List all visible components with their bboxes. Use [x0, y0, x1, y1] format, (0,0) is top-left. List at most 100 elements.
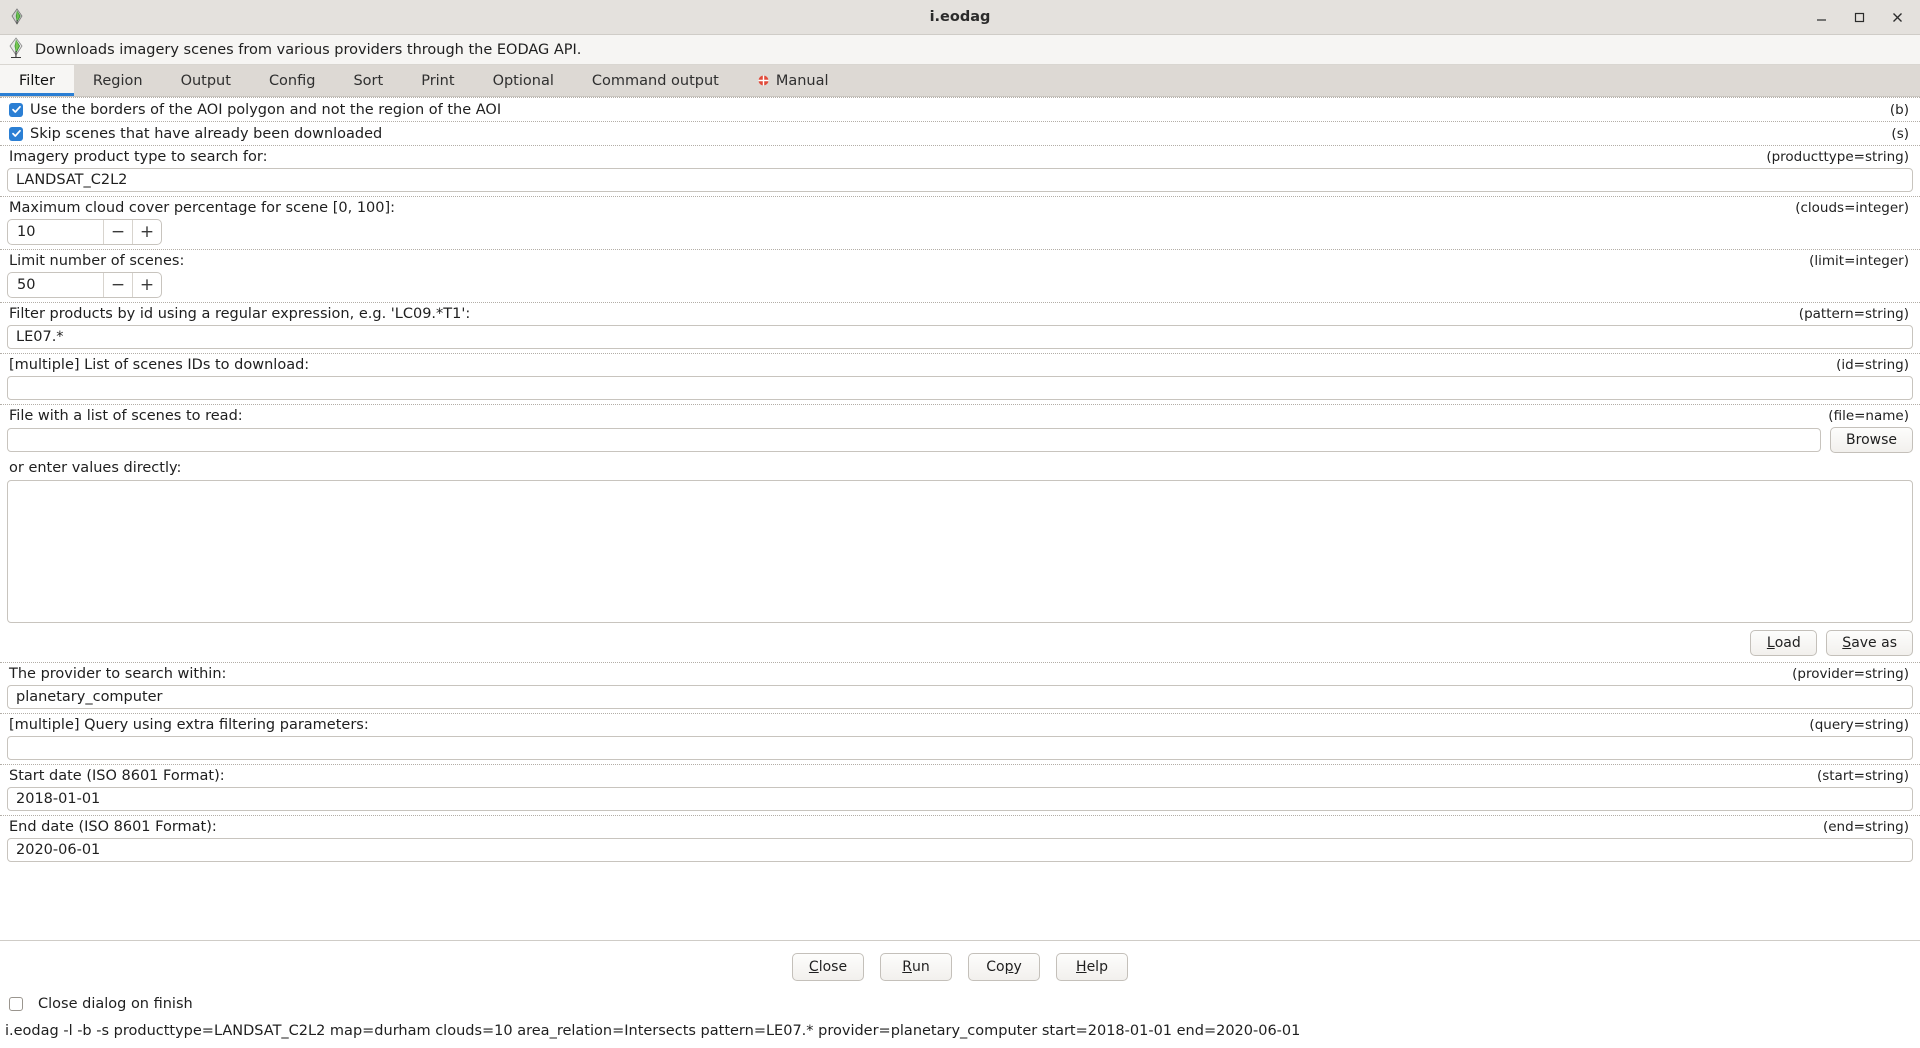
clouds-label-row: Maximum cloud cover percentage for scene…: [4, 197, 1916, 218]
provider-input[interactable]: planetary_computer: [7, 685, 1913, 709]
skip-param-hint: (s): [1891, 125, 1909, 142]
checkbox-checked-icon[interactable]: [9, 126, 23, 141]
pattern-label: Filter products by id using a regular ex…: [9, 305, 471, 322]
tab-label: Config: [268, 72, 316, 89]
tab-output[interactable]: Output: [162, 65, 250, 96]
limit-param-hint: (limit=integer): [1809, 252, 1909, 269]
run-button[interactable]: Run: [880, 953, 952, 981]
query-input[interactable]: [7, 736, 1913, 760]
tab-sort[interactable]: Sort: [334, 65, 402, 96]
provider-label-row: The provider to search within: (provider…: [4, 663, 1916, 684]
file-param-hint: (file=name): [1828, 407, 1909, 424]
start-input[interactable]: 2018-01-01: [7, 787, 1913, 811]
tab-config[interactable]: Config: [250, 65, 335, 96]
id-param-hint: (id=string): [1836, 356, 1909, 373]
end-param-hint: (end=string): [1822, 818, 1909, 835]
direct-values-textarea[interactable]: [7, 480, 1913, 623]
save-as-button[interactable]: Save as: [1826, 630, 1913, 656]
borders-checkbox-label: Use the borders of the AOI polygon and n…: [30, 101, 502, 118]
window-controls: [1802, 1, 1920, 34]
file-input-row: Browse: [4, 426, 1916, 457]
query-label: [multiple] Query using extra filtering p…: [9, 716, 369, 733]
pattern-input[interactable]: LE07.*: [7, 325, 1913, 349]
limit-label: Limit number of scenes:: [9, 252, 185, 269]
dialog-buttons: Close Run Co p y Help: [0, 941, 1920, 992]
close-button-label-rest: lose: [818, 959, 848, 975]
grass-leaf-icon: [6, 6, 28, 28]
id-label-row: [multiple] List of scenes IDs to downloa…: [4, 354, 1916, 375]
help-button-label-rest: elp: [1086, 959, 1108, 975]
borders-param-hint: (b): [1889, 101, 1909, 118]
provider-label: The provider to search within:: [9, 665, 227, 682]
minimize-icon[interactable]: [1802, 1, 1840, 34]
tab-command-output[interactable]: Command output: [573, 65, 738, 96]
producttype-label: Imagery product type to search for:: [9, 148, 268, 165]
title-bar: i.eodag: [0, 0, 1920, 35]
limit-stepper[interactable]: 50 − +: [7, 272, 162, 298]
tab-label: Print: [421, 72, 455, 89]
command-preview: i.eodag -l -b -s producttype=LANDSAT_C2L…: [0, 1018, 1920, 1048]
tab-optional[interactable]: Optional: [474, 65, 573, 96]
direct-values-buttons: Load Save as: [4, 623, 1916, 662]
end-label: End date (ISO 8601 Format):: [9, 818, 217, 835]
pattern-param-hint: (pattern=string): [1798, 305, 1909, 322]
tab-label: Region: [92, 72, 143, 89]
copy-button-label-start: Co: [986, 959, 1005, 975]
save-as-button-label-rest: ave as: [1851, 635, 1897, 651]
window-title: i.eodag: [929, 9, 991, 25]
checkbox-unchecked-icon[interactable]: [9, 997, 23, 1011]
provider-input-row: planetary_computer: [4, 684, 1916, 713]
description-text: Downloads imagery scenes from various pr…: [35, 41, 582, 58]
help-button[interactable]: Help: [1056, 953, 1128, 981]
copy-button-label-rest: y: [1013, 959, 1022, 975]
tab-label: Filter: [19, 72, 55, 89]
start-label-row: Start date (ISO 8601 Format): (start=str…: [4, 765, 1916, 786]
end-input[interactable]: 2020-06-01: [7, 838, 1913, 862]
browse-button[interactable]: Browse: [1830, 427, 1913, 453]
clouds-increment-button[interactable]: +: [132, 220, 161, 244]
load-button[interactable]: Load: [1750, 630, 1818, 656]
maximize-icon[interactable]: [1840, 1, 1878, 34]
run-button-label-rest: un: [911, 959, 930, 975]
clouds-decrement-button[interactable]: −: [103, 220, 132, 244]
tab-print[interactable]: Print: [402, 65, 473, 96]
id-input[interactable]: [7, 376, 1913, 400]
borders-checkbox-row[interactable]: Use the borders of the AOI polygon and n…: [4, 98, 1916, 121]
limit-increment-button[interactable]: +: [132, 273, 161, 297]
limit-decrement-button[interactable]: −: [103, 273, 132, 297]
close-button[interactable]: Close: [792, 953, 864, 981]
file-label-row: File with a list of scenes to read: (fil…: [4, 405, 1916, 426]
skip-checkbox-label: Skip scenes that have already been downl…: [30, 125, 383, 142]
close-on-finish-label: Close dialog on finish: [38, 996, 193, 1012]
start-label: Start date (ISO 8601 Format):: [9, 767, 225, 784]
pattern-input-row: LE07.*: [4, 324, 1916, 353]
file-input[interactable]: [7, 428, 1822, 452]
close-icon[interactable]: [1878, 1, 1916, 34]
filter-panel: Use the borders of the AOI polygon and n…: [0, 97, 1920, 940]
end-label-row: End date (ISO 8601 Format): (end=string): [4, 816, 1916, 837]
checkbox-checked-icon[interactable]: [9, 102, 23, 117]
description-bar: Downloads imagery scenes from various pr…: [0, 35, 1920, 65]
close-on-finish-row[interactable]: Close dialog on finish: [0, 992, 1920, 1018]
tab-manual[interactable]: Manual: [738, 65, 848, 96]
tab-label: Output: [180, 72, 231, 89]
tab-label: Sort: [353, 72, 384, 89]
clouds-value[interactable]: 10: [8, 220, 103, 244]
tab-filter[interactable]: Filter: [0, 65, 74, 96]
tab-region[interactable]: Region: [74, 65, 162, 96]
start-input-row: 2018-01-01: [4, 786, 1916, 815]
start-param-hint: (start=string): [1816, 767, 1909, 784]
grass-leaf-icon: [6, 36, 26, 63]
tab-bar: Filter Region Output Config Sort Print O…: [0, 65, 1920, 97]
end-input-row: 2020-06-01: [4, 837, 1916, 866]
clouds-stepper[interactable]: 10 − +: [7, 219, 162, 245]
load-button-label-rest: oad: [1774, 635, 1801, 651]
limit-value[interactable]: 50: [8, 273, 103, 297]
producttype-input[interactable]: LANDSAT_C2L2: [7, 168, 1913, 192]
copy-button[interactable]: Co p y: [968, 953, 1040, 981]
limit-input-row: 50 − +: [4, 271, 1916, 302]
tab-label: Command output: [591, 72, 719, 89]
file-label: File with a list of scenes to read:: [9, 407, 243, 424]
skip-checkbox-row[interactable]: Skip scenes that have already been downl…: [4, 122, 1916, 145]
query-label-row: [multiple] Query using extra filtering p…: [4, 714, 1916, 735]
